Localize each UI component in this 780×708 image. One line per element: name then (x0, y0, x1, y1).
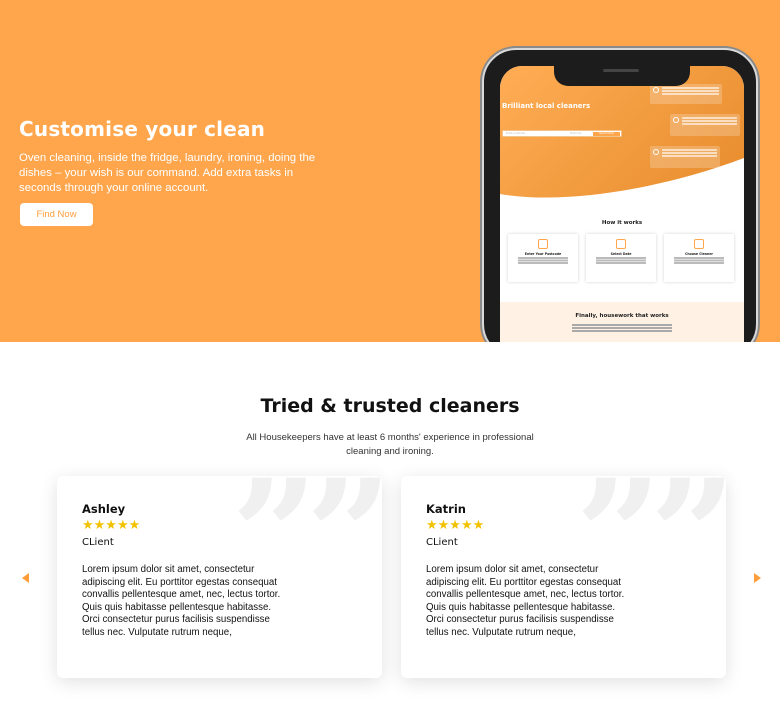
screen-step-title: Select Date (610, 252, 632, 256)
prev-arrow-icon[interactable] (22, 573, 29, 583)
screen-step-title: Enter Your Postcode (524, 252, 562, 256)
find-now-button[interactable]: Find Now (20, 203, 93, 226)
calendar-icon (616, 239, 626, 249)
screen-title: Brilliant local cleaners (502, 102, 591, 110)
reviewer-role: CLient (82, 537, 114, 548)
screen-step-card: Choose Cleaner (664, 234, 734, 282)
screen-step-card: Enter Your Postcode (508, 234, 578, 282)
person-icon (694, 239, 704, 249)
star-icon (653, 149, 659, 155)
section-title: Tried & trusted cleaners (260, 395, 520, 417)
gear-icon (673, 117, 679, 123)
screen-feature-card (650, 146, 720, 168)
screen-search-mid: Postcode (570, 132, 582, 135)
postcode-icon (538, 239, 548, 249)
reviewer-name: Katrin (426, 502, 466, 516)
reviewer-role: CLient (426, 537, 458, 548)
screen-feature-card (650, 84, 722, 104)
screen-search-button: Search Now (593, 132, 620, 136)
screen-search-placeholder: Enter postcode (506, 132, 525, 135)
screen-bottom-section: Finally, housework that works (500, 302, 744, 342)
review-text: Lorem ipsum dolor sit amet, consectetur … (82, 564, 281, 638)
reviewer-name: Ashley (82, 502, 126, 516)
rating-stars: ★★★★★ (82, 518, 141, 533)
search-icon (653, 87, 659, 93)
screen-step-title: Choose Cleaner (685, 252, 713, 256)
review-card: ”” Katrin ★★★★★ CLient Lorem ipsum dolor… (401, 476, 726, 678)
screen-bottom-title: Finally, housework that works (575, 313, 669, 319)
phone-mockup: Brilliant local cleaners Enter postcode … (482, 48, 758, 342)
rating-stars: ★★★★★ (426, 518, 485, 533)
hero-description: Oven cleaning, inside the fridge, laundr… (19, 152, 316, 194)
phone-screen: Brilliant local cleaners Enter postcode … (500, 66, 744, 342)
screen-step-card: Select Date (586, 234, 656, 282)
hero-title: Customise your clean (19, 117, 266, 141)
screen-search-bar: Enter postcode Postcode Search Now (502, 130, 622, 137)
screen-how-title: How it works (601, 220, 643, 226)
screen-feature-card (670, 114, 740, 136)
phone-notch (554, 66, 690, 86)
review-text: Lorem ipsum dolor sit amet, consectetur … (426, 564, 625, 638)
hero-section: Customise your clean Oven cleaning, insi… (0, 0, 780, 342)
next-arrow-icon[interactable] (754, 573, 761, 583)
review-card: ”” Ashley ★★★★★ CLient Lorem ipsum dolor… (57, 476, 382, 678)
section-description: All Housekeepers have at least 6 months'… (246, 432, 534, 457)
